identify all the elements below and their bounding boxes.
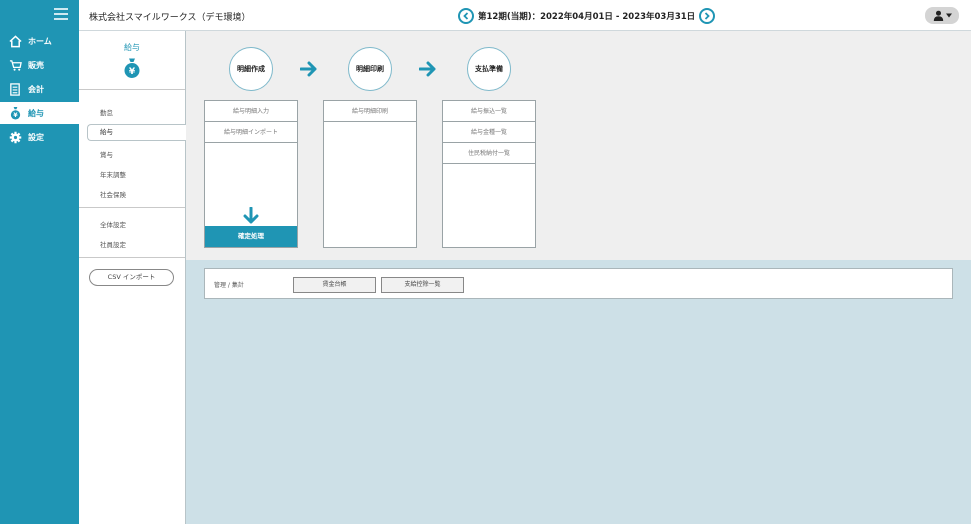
user-icon [933, 10, 943, 21]
link-salary-statement-entry[interactable]: 給与明細入力 [205, 101, 297, 122]
payment-deduction-list-button[interactable]: 支給控除一覧 [381, 277, 464, 293]
subnav-item-employee-settings[interactable]: 社員設定 [100, 239, 126, 249]
management-box: 管理 / 集計 賃金台帳 支給控除一覧 [204, 268, 953, 299]
main-sidebar: ホーム 販売 会計 ¥ 給与 設定 [0, 0, 79, 524]
user-menu-button[interactable] [925, 7, 959, 24]
company-name: 株式会社スマイルワークス（デモ環境） [89, 13, 251, 23]
period-navigator: 第12期(当期)：2022年04月01日 - 2023年03月31日 [458, 7, 716, 24]
subnav-item-bonus[interactable]: 賞与 [100, 149, 113, 159]
subnav-item-social-insurance[interactable]: 社会保険 [100, 189, 126, 199]
link-salary-denomination-list[interactable]: 給与金種一覧 [443, 122, 535, 143]
step-payment-prep: 支払準備 [467, 47, 511, 91]
arrow-down-icon [243, 207, 259, 224]
hamburger-menu-icon[interactable] [54, 8, 68, 20]
arrow-right-icon [300, 61, 317, 77]
management-label: 管理 / 集計 [214, 282, 244, 289]
wage-ledger-button[interactable]: 賃金台帳 [293, 277, 376, 293]
home-icon [8, 34, 22, 48]
subnav-item-general-settings[interactable]: 全体設定 [100, 219, 126, 229]
nav-item-home[interactable]: ホーム [0, 30, 79, 52]
panel-create-statements: 給与明細入力 給与明細インポート 確定処理 [204, 100, 298, 248]
step-print-statements: 明細印刷 [348, 47, 392, 91]
nav-item-settings[interactable]: 設定 [0, 126, 79, 148]
panel-payment-prep: 給与振込一覧 給与金種一覧 住民税納付一覧 [442, 100, 536, 248]
nav-label: ホーム [28, 36, 52, 46]
svg-text:¥: ¥ [129, 67, 136, 77]
subnav-item-salary[interactable]: 給与 [87, 124, 186, 141]
lower-area [186, 260, 971, 524]
moneybag-icon: ¥ [8, 106, 22, 120]
fiscal-period-label: 第12期(当期)：2022年04月01日 - 2023年03月31日 [478, 11, 696, 22]
top-header: 株式会社スマイルワークス（デモ環境） 第12期(当期)：2022年04月01日 … [79, 0, 971, 31]
nav-item-accounting[interactable]: 会計 [0, 78, 79, 100]
confirm-processing-button[interactable]: 確定処理 [205, 226, 297, 247]
nav-label: 販売 [28, 60, 44, 70]
subnav-item-year-end-adjustment[interactable]: 年末調整 [100, 169, 126, 179]
link-resident-tax-payment-list[interactable]: 住民税納付一覧 [443, 143, 535, 164]
chevron-right-icon [705, 11, 710, 20]
payroll-subnav: 給与 ¥ 勤怠 給与 賞与 年末調整 社会保険 全体設定 社員設定 CSV イン… [79, 31, 186, 524]
nav-label: 会計 [28, 84, 44, 94]
step-create-statements: 明細作成 [229, 47, 273, 91]
nav-label: 給与 [28, 108, 44, 118]
cart-icon [8, 58, 22, 72]
subnav-title: 給与 [124, 43, 140, 52]
moneybag-icon: ¥ [124, 58, 140, 78]
previous-period-button[interactable] [458, 7, 474, 24]
csv-import-button[interactable]: CSV インポート [89, 269, 174, 286]
divider [79, 207, 185, 208]
nav-item-sales[interactable]: 販売 [0, 54, 79, 76]
caret-down-icon [945, 13, 952, 18]
chevron-left-icon [463, 11, 469, 20]
link-salary-statement-print[interactable]: 給与明細印刷 [324, 101, 416, 122]
arrow-right-icon [419, 61, 436, 77]
nav-label: 設定 [28, 132, 44, 142]
link-salary-transfer-list[interactable]: 給与振込一覧 [443, 101, 535, 122]
link-salary-statement-import[interactable]: 給与明細インポート [205, 122, 297, 143]
divider [79, 89, 185, 90]
divider [79, 257, 185, 258]
next-period-button[interactable] [699, 7, 716, 24]
subnav-item-attendance[interactable]: 勤怠 [100, 107, 113, 117]
gear-icon [8, 130, 22, 144]
panel-print-statements: 給与明細印刷 [323, 100, 417, 248]
ledger-icon [8, 82, 22, 96]
nav-item-payroll[interactable]: ¥ 給与 [0, 102, 79, 124]
